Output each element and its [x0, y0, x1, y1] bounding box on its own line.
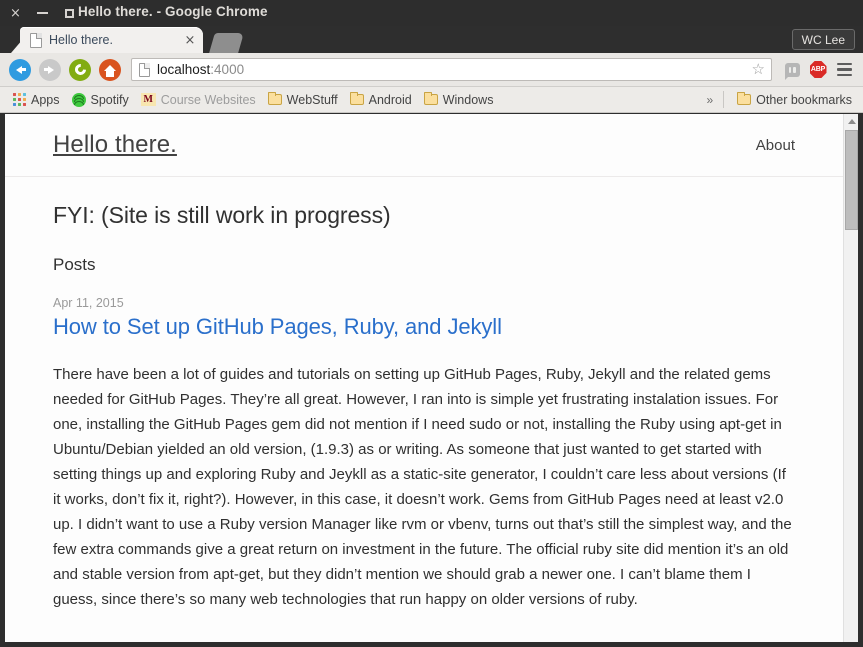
bookmark-label: Other bookmarks	[756, 92, 852, 107]
bookmarks-divider	[723, 91, 725, 108]
window-edge-bottom	[0, 642, 863, 647]
tab-strip: Hello there. × WC Lee	[0, 26, 863, 53]
folder-icon	[267, 92, 282, 105]
nav-link-about[interactable]: About	[756, 137, 795, 154]
chrome-menu-icon[interactable]	[831, 57, 857, 83]
page-title: FYI: (Site is still work in progress)	[53, 202, 391, 228]
maximize-window-icon[interactable]	[62, 6, 77, 21]
umn-icon: M	[140, 93, 156, 106]
window-controls: ×	[8, 0, 77, 26]
post-title-link[interactable]: How to Set up GitHub Pages, Ruby, and Je…	[53, 314, 795, 340]
page-viewport: Hello there. About FYI: (Site is still w…	[5, 114, 858, 642]
page-content: FYI: (Site is still work in progress) Po…	[5, 177, 843, 612]
web-page: Hello there. About FYI: (Site is still w…	[5, 114, 843, 642]
bookmark-star-icon[interactable]: ☆	[752, 62, 765, 77]
page-info-icon[interactable]	[139, 62, 150, 77]
bookmark-android[interactable]: Android	[345, 91, 417, 109]
back-icon[interactable]	[9, 58, 31, 81]
chrome-browser-window: × Hello there. - Google Chrome Hello the…	[0, 0, 863, 647]
bookmark-course-websites[interactable]: M Course Websites	[136, 91, 261, 109]
bookmarks-overflow-icon[interactable]: »	[696, 93, 723, 107]
post-date: Apr 11, 2015	[53, 296, 124, 310]
bookmark-windows[interactable]: Windows	[419, 91, 499, 109]
url-port: :4000	[210, 62, 245, 77]
forward-icon	[39, 58, 61, 81]
window-edge-right	[858, 114, 863, 647]
tab-close-icon[interactable]: ×	[183, 33, 197, 47]
bookmark-webstuff[interactable]: WebStuff	[263, 91, 343, 109]
window-edge-left	[0, 114, 5, 647]
bookmark-label: Apps	[31, 92, 60, 107]
scrollbar-thumb[interactable]	[845, 130, 858, 230]
tab-favicon-icon	[30, 32, 42, 48]
bookmark-spotify[interactable]: Spotify	[67, 91, 134, 109]
user-profile-button[interactable]: WC Lee	[791, 29, 855, 50]
window-titlebar: × Hello there. - Google Chrome	[0, 0, 863, 26]
site-header: Hello there. About	[5, 114, 843, 177]
bookmark-apps[interactable]: Apps	[8, 91, 65, 109]
url-host: localhost	[157, 62, 211, 77]
bookmark-label: Android	[368, 92, 412, 107]
scroll-up-arrow-icon[interactable]	[844, 114, 858, 129]
new-tab-button[interactable]	[209, 33, 244, 53]
abp-label: ABP	[809, 61, 827, 78]
browser-tab-hello-there[interactable]: Hello there. ×	[20, 27, 203, 53]
page-scrollbar[interactable]	[843, 114, 858, 642]
url-text: localhost:4000	[157, 62, 244, 77]
bookmark-label: Spotify	[90, 92, 129, 107]
bookmark-label: WebStuff	[286, 92, 338, 107]
bookmark-label: Windows	[442, 92, 494, 107]
close-window-icon[interactable]: ×	[8, 6, 23, 21]
post-item: Apr 11, 2015 How to Set up GitHub Pages,…	[53, 296, 795, 612]
post-body: There have been a lot of guides and tuto…	[53, 366, 792, 608]
folder-icon	[349, 92, 364, 105]
window-title: Hello there. - Google Chrome	[78, 4, 268, 19]
bookmarks-bar: Apps Spotify M Course Websites WebStuff …	[0, 87, 863, 113]
site-title[interactable]: Hello there.	[53, 131, 177, 159]
bookmark-label: Course Websites	[160, 92, 256, 107]
home-icon[interactable]	[99, 58, 121, 81]
minimize-window-icon[interactable]	[35, 6, 50, 21]
folder-icon	[737, 92, 752, 105]
posts-heading: Posts	[53, 255, 96, 274]
reload-icon[interactable]	[69, 58, 91, 81]
address-bar[interactable]: localhost:4000 ☆	[131, 58, 772, 81]
apps-grid-icon	[13, 93, 26, 106]
spotify-icon	[71, 92, 86, 107]
folder-icon	[423, 92, 438, 105]
abp-icon[interactable]: ABP	[805, 57, 831, 83]
bookmark-other-bookmarks[interactable]: Other bookmarks	[732, 91, 857, 109]
tab-label: Hello there.	[49, 33, 113, 47]
hangouts-icon[interactable]	[779, 57, 805, 83]
browser-toolbar: localhost:4000 ☆ ABP	[0, 53, 863, 87]
